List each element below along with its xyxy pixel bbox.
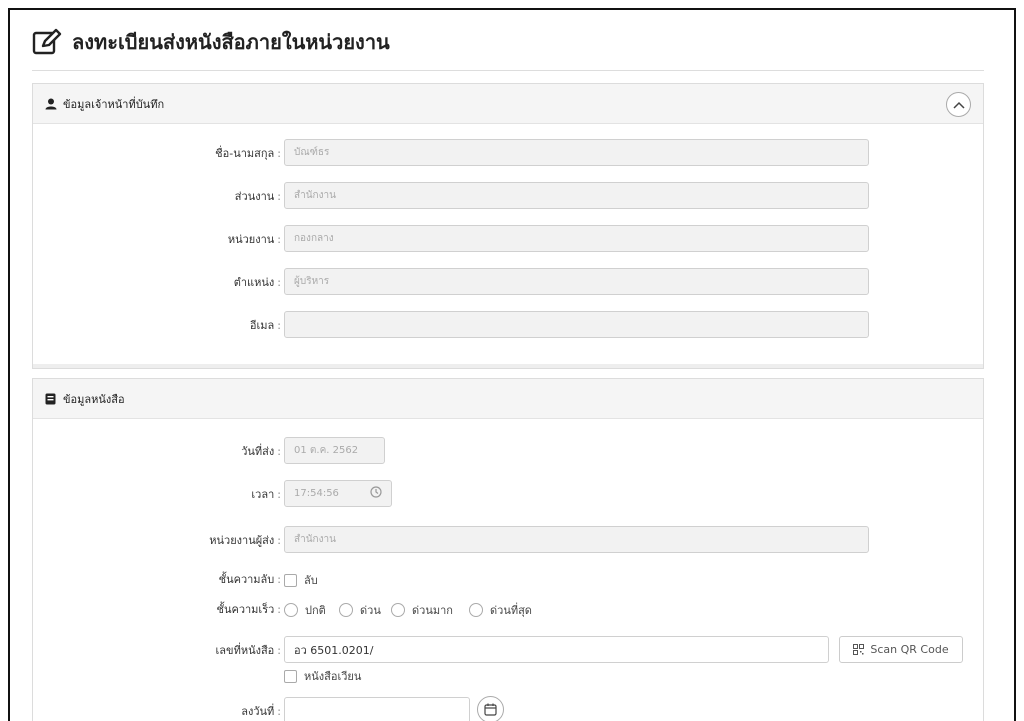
clock-icon	[370, 486, 382, 501]
colon: :	[277, 603, 281, 616]
urgency-most-urgent-label: ด่วนที่สุด	[490, 604, 532, 617]
division-row: ส่วนงาน: สำนักงาน	[33, 182, 983, 210]
send-date-field[interactable]: 01 ต.ค. 2562	[284, 437, 385, 464]
email-field[interactable]	[284, 311, 869, 338]
page-header: ลงทะเบียนส่งหนังสือภายในหน่วยงาน	[32, 24, 390, 60]
officer-info-title: ข้อมูลเจ้าหน้าที่บันทึก	[63, 97, 165, 111]
position-field[interactable]: ผู้บริหาร	[284, 268, 869, 295]
urgency-urgent-label: ด่วน	[360, 604, 381, 617]
circular-row: หนังสือเวียน	[33, 661, 983, 689]
urgency-urgent-option[interactable]: ด่วน	[339, 601, 381, 619]
urgency-most-urgent-radio[interactable]	[469, 603, 483, 617]
calendar-icon	[484, 703, 497, 716]
send-date-row: วันที่ส่ง: 01 ต.ค. 2562	[33, 437, 983, 465]
urgency-most-urgent-option[interactable]: ด่วนที่สุด	[469, 601, 532, 619]
confidential-option-label: ลับ	[304, 574, 318, 587]
dated-label: ลงวันที่	[241, 705, 275, 718]
division-label: ส่วนงาน	[234, 190, 275, 203]
colon: :	[277, 190, 281, 203]
colon: :	[277, 705, 281, 718]
sender-unit-row: หน่วยงานผู้ส่ง: สำนักงาน	[33, 526, 983, 554]
position-row: ตำแหน่ง: ผู้บริหาร	[33, 268, 983, 296]
urgency-label: ชั้นความเร็ว	[216, 603, 275, 616]
colon: :	[277, 573, 281, 586]
fullname-field[interactable]: บัณฑ์ธร	[284, 139, 869, 166]
sender-unit-field[interactable]: สำนักงาน	[284, 526, 869, 553]
unit-field[interactable]: กองกลาง	[284, 225, 869, 252]
panel-footer	[33, 364, 983, 368]
book-icon	[45, 393, 57, 405]
document-info-panel: ข้อมูลหนังสือ วันที่ส่ง: 01 ต.ค. 2562 เว…	[32, 378, 984, 721]
urgency-normal-radio[interactable]	[284, 603, 298, 617]
colon: :	[277, 319, 281, 332]
doc-number-row: เลขที่หนังสือ: อว 6501.0201/ Scan QR Cod…	[33, 636, 983, 664]
confidential-checkbox[interactable]	[284, 573, 297, 587]
page-title: ลงทะเบียนส่งหนังสือภายในหน่วยงาน	[72, 30, 390, 54]
fullname-label: ชื่อ-นามสกุล	[215, 147, 275, 160]
document-info-heading: ข้อมูลหนังสือ	[33, 379, 983, 419]
email-label: อีเมล	[249, 319, 275, 332]
urgency-normal-label: ปกติ	[305, 604, 326, 617]
fullname-row: ชื่อ-นามสกุล: บัณฑ์ธร	[33, 139, 983, 167]
colon: :	[277, 534, 281, 547]
urgency-row: ชั้นความเร็ว: ปกติ ด่วน ด่วนมาก ด่วนที่ส…	[33, 595, 983, 623]
officer-info-panel: ข้อมูลเจ้าหน้าที่บันทึก ชื่อ-นามสกุล: บั…	[32, 83, 984, 369]
dated-row: ลงวันที่:	[33, 696, 983, 721]
urgency-very-urgent-label: ด่วนมาก	[412, 604, 453, 617]
document-info-title: ข้อมูลหนังสือ	[63, 392, 125, 406]
time-label: เวลา	[251, 488, 275, 501]
user-icon	[45, 98, 57, 110]
division-field[interactable]: สำนักงาน	[284, 182, 869, 209]
header-divider	[32, 70, 984, 71]
doc-number-label: เลขที่หนังสือ	[215, 644, 275, 657]
dated-input[interactable]	[284, 697, 470, 721]
scan-qr-label: Scan QR Code	[870, 643, 949, 656]
time-field[interactable]: 17:54:56	[284, 480, 392, 507]
officer-info-heading: ข้อมูลเจ้าหน้าที่บันทึก	[33, 84, 983, 124]
scan-qr-button[interactable]: Scan QR Code	[839, 636, 963, 663]
colon: :	[277, 147, 281, 160]
circular-label: หนังสือเวียน	[304, 670, 362, 683]
send-date-label: วันที่ส่ง	[241, 445, 275, 458]
edit-icon	[32, 27, 62, 57]
doc-number-input[interactable]: อว 6501.0201/	[284, 636, 829, 663]
email-row: อีเมล:	[33, 311, 983, 339]
urgency-normal-option[interactable]: ปกติ	[284, 601, 326, 619]
unit-label: หน่วยงาน	[227, 233, 275, 246]
unit-row: หน่วยงาน: กองกลาง	[33, 225, 983, 253]
circular-checkbox-option[interactable]: หนังสือเวียน	[284, 667, 361, 685]
confidentiality-row: ชั้นความลับ: ลับ	[33, 565, 983, 593]
time-row: เวลา: 17:54:56	[33, 480, 983, 508]
confidential-checkbox-option[interactable]: ลับ	[284, 571, 318, 589]
chevron-up-icon	[952, 101, 965, 109]
urgency-very-urgent-option[interactable]: ด่วนมาก	[391, 601, 453, 619]
time-value: 17:54:56	[294, 488, 339, 499]
qr-code-icon	[853, 644, 865, 655]
calendar-button[interactable]	[477, 696, 504, 721]
colon: :	[277, 445, 281, 458]
colon: :	[277, 276, 281, 289]
circular-checkbox[interactable]	[284, 669, 297, 683]
position-label: ตำแหน่ง	[233, 276, 275, 289]
colon: :	[277, 488, 281, 501]
app-frame: ลงทะเบียนส่งหนังสือภายในหน่วยงาน ข้อมูลเ…	[8, 8, 1016, 721]
urgency-urgent-radio[interactable]	[339, 603, 353, 617]
urgency-very-urgent-radio[interactable]	[391, 603, 405, 617]
collapse-button[interactable]	[946, 92, 971, 117]
colon: :	[277, 233, 281, 246]
sender-unit-label: หน่วยงานผู้ส่ง	[209, 534, 275, 547]
colon: :	[277, 644, 281, 657]
confidentiality-label: ชั้นความลับ	[218, 573, 275, 586]
